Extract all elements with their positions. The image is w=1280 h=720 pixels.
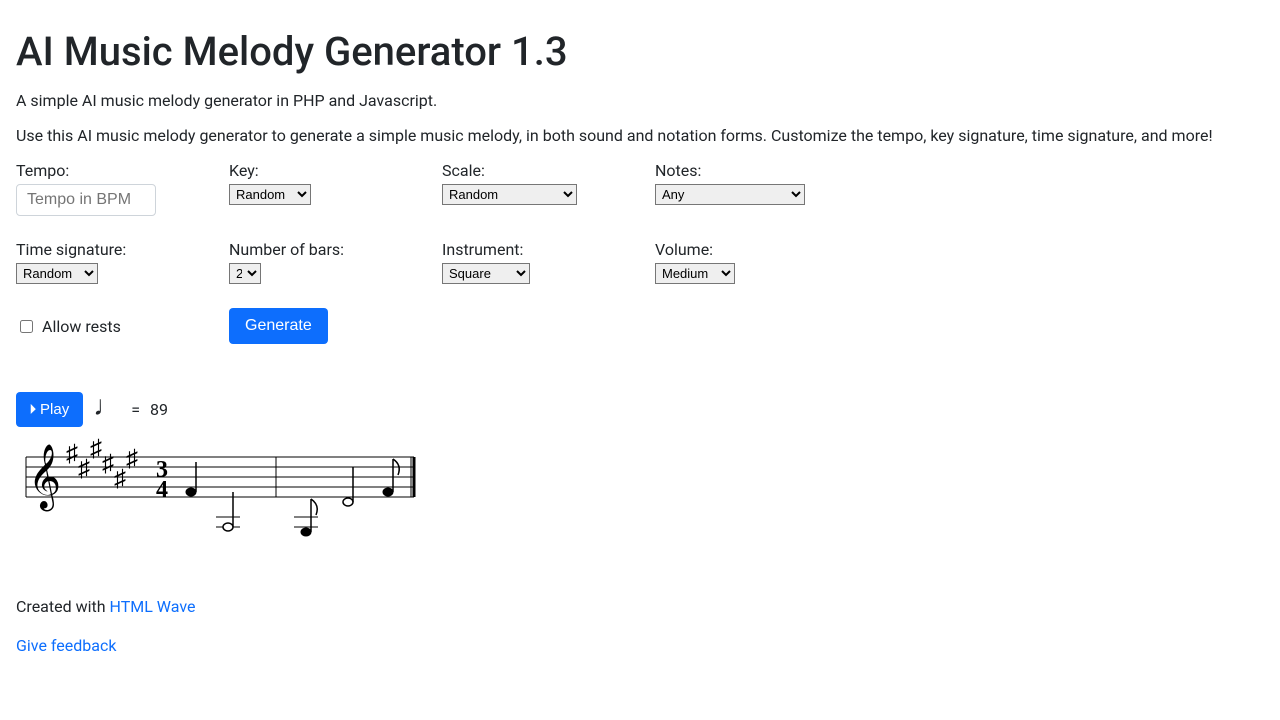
scale-select[interactable]: Random: [442, 184, 577, 205]
created-with-line: Created with HTML Wave: [16, 597, 1264, 616]
field-tempo: Tempo:: [16, 161, 229, 216]
give-feedback-link[interactable]: Give feedback: [16, 636, 116, 655]
form-row-1: Tempo: Key: Random Scale: Random Notes: …: [16, 161, 1264, 216]
svg-text:♯: ♯: [114, 466, 126, 492]
instrument-label: Instrument:: [442, 240, 655, 259]
page-title: AI Music Melody Generator 1.3: [16, 28, 1264, 75]
svg-text:♯: ♯: [78, 456, 90, 482]
music-staff: 𝄞 ♯ ♯ ♯ ♯ ♯ ♯ 3 4: [16, 437, 1264, 547]
key-signature: ♯ ♯ ♯ ♯ ♯ ♯: [66, 437, 138, 492]
timesig-bottom: 4: [156, 477, 168, 503]
created-with-prefix: Created with: [16, 597, 110, 616]
field-volume: Volume: Medium: [655, 240, 868, 284]
svg-text:♯: ♯: [102, 451, 114, 477]
subtitle: A simple AI music melody generator in PH…: [16, 91, 1264, 110]
key-label: Key:: [229, 161, 442, 180]
scale-label: Scale:: [442, 161, 655, 180]
notes-select[interactable]: Any: [655, 184, 805, 205]
timesig-label: Time signature:: [16, 240, 229, 259]
tempo-equals: =: [131, 400, 140, 419]
bars-label: Number of bars:: [229, 240, 442, 259]
description: Use this AI music melody generator to ge…: [16, 126, 1264, 145]
play-icon: 🞂: [30, 402, 36, 417]
tempo-label: Tempo:: [16, 161, 229, 180]
svg-text:♯: ♯: [126, 446, 138, 472]
volume-select[interactable]: Medium: [655, 263, 735, 284]
tempo-value: 89: [150, 400, 168, 419]
field-bars: Number of bars: 2: [229, 240, 442, 284]
volume-label: Volume:: [655, 240, 868, 259]
tempo-display: 🞂 Play ♩ = 89: [16, 392, 1264, 427]
notes-label: Notes:: [655, 161, 868, 180]
form-row-2: Time signature: Random Number of bars: 2…: [16, 240, 1264, 284]
key-select[interactable]: Random: [229, 184, 311, 205]
tempo-input[interactable]: [16, 184, 156, 216]
bars-select[interactable]: 2: [229, 263, 261, 284]
allow-rests-label: Allow rests: [42, 317, 121, 336]
form-row-3: Allow rests Generate: [16, 308, 1264, 344]
field-allow-rests: Allow rests: [16, 317, 229, 336]
timesig-select[interactable]: Random: [16, 263, 98, 284]
field-key: Key: Random: [229, 161, 442, 216]
svg-text:♯: ♯: [90, 437, 102, 462]
instrument-select[interactable]: Square: [442, 263, 530, 284]
play-label: Play: [40, 402, 69, 417]
quarter-note-icon: ♩: [93, 392, 121, 420]
field-notes: Notes: Any: [655, 161, 868, 216]
field-timesig: Time signature: Random: [16, 240, 229, 284]
generate-button[interactable]: Generate: [229, 308, 328, 344]
field-generate: Generate: [229, 308, 328, 344]
treble-clef-icon: 𝄞: [28, 444, 61, 511]
created-with-link[interactable]: HTML Wave: [110, 597, 196, 616]
svg-text:♯: ♯: [66, 441, 78, 467]
field-instrument: Instrument: Square: [442, 240, 655, 284]
allow-rests-checkbox[interactable]: [20, 320, 33, 333]
field-scale: Scale: Random: [442, 161, 655, 216]
play-button[interactable]: 🞂 Play: [16, 392, 83, 427]
